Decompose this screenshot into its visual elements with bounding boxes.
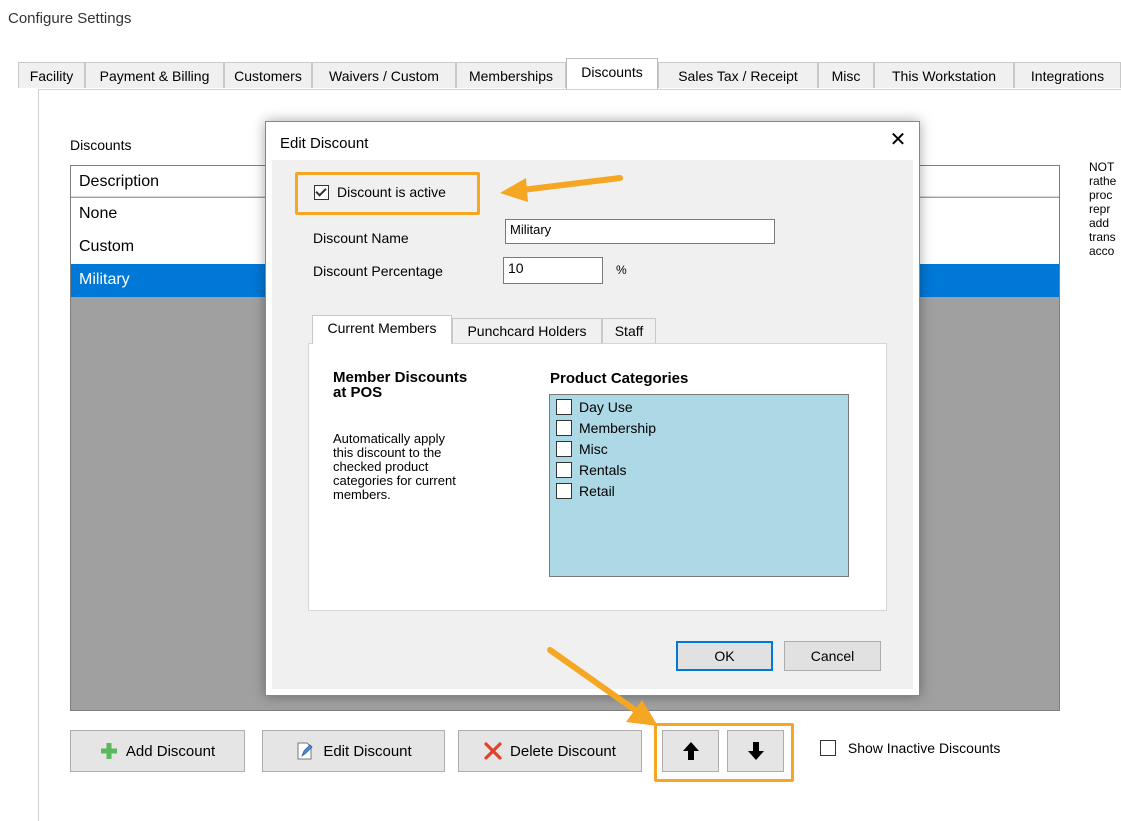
list-item[interactable]: Misc (556, 441, 608, 457)
ok-button[interactable]: OK (676, 641, 773, 671)
section-title-line: Member Discounts (333, 369, 468, 386)
delete-discount-label: Delete Discount (510, 742, 616, 760)
tab-this-workstation[interactable]: This Workstation (874, 62, 1014, 88)
discount-percentage-field[interactable]: 10 (503, 257, 603, 284)
category-label: Rentals (579, 462, 627, 478)
row-label: Military (79, 271, 130, 288)
delete-x-icon (484, 742, 502, 760)
highlight-box-active (295, 172, 480, 215)
category-label: Day Use (579, 399, 633, 415)
tab-punchcard-holders[interactable]: Punchcard Holders (452, 318, 602, 343)
discount-percentage-label: Discount Percentage (313, 263, 443, 279)
tab-current-members[interactable]: Current Members (312, 315, 452, 344)
note-line: proc (1089, 188, 1113, 202)
note-line: trans (1089, 230, 1116, 244)
section-title: Member Discounts at POS (333, 370, 467, 400)
category-checkbox[interactable] (556, 462, 572, 478)
tab-memberships[interactable]: Memberships (456, 62, 566, 88)
note-text: NOT rathe proc repr add trans acco (1089, 160, 1116, 258)
delete-discount-button[interactable]: Delete Discount (458, 730, 642, 772)
add-discount-label: Add Discount (125, 742, 216, 760)
category-checkbox[interactable] (556, 399, 572, 415)
edit-discount-button[interactable]: Edit Discount (262, 730, 445, 772)
section-description: Automatically apply this discount to the… (333, 432, 456, 502)
tab-customers[interactable]: Customers (224, 62, 312, 88)
inner-tabstrip: Current Members Punchcard Holders Staff (308, 315, 708, 344)
description-line: this discount to the (333, 445, 442, 460)
description-line: checked product (333, 459, 429, 474)
show-inactive-label: Show Inactive Discounts (847, 740, 1001, 757)
tab-facility[interactable]: Facility (18, 62, 85, 88)
note-line: rathe (1089, 174, 1117, 188)
list-item[interactable]: Rentals (556, 462, 626, 478)
discounts-label: Discounts (70, 137, 132, 153)
annotation-arrow-icon (500, 175, 623, 202)
category-checkbox[interactable] (556, 483, 572, 499)
note-line: NOT (1089, 160, 1115, 174)
tab-payment-billing[interactable]: Payment & Billing (85, 62, 224, 88)
discount-name-label: Discount Name (313, 230, 409, 246)
show-inactive-checkbox[interactable] (820, 740, 836, 757)
categories-title: Product Categories (550, 370, 689, 387)
category-label: Retail (579, 483, 615, 499)
percent-sign: % (616, 263, 627, 277)
category-checkbox[interactable] (556, 441, 572, 457)
close-icon[interactable]: ✕ (886, 128, 910, 152)
row-label: None (79, 205, 118, 222)
tab-staff[interactable]: Staff (602, 318, 656, 343)
note-line: repr (1089, 202, 1111, 216)
category-checkbox[interactable] (556, 420, 572, 436)
dialog-title: Edit Discount (280, 135, 369, 152)
list-item[interactable]: Day Use (556, 399, 633, 415)
section-title-line: at POS (333, 384, 383, 401)
list-item[interactable]: Membership (556, 420, 656, 436)
show-inactive-discounts[interactable]: Show Inactive Discounts (820, 739, 1001, 757)
tab-discounts[interactable]: Discounts (566, 58, 658, 89)
description-line: members. (333, 487, 391, 502)
current-members-panel: Member Discounts at POS Automatically ap… (308, 343, 887, 611)
category-label: Misc (579, 441, 608, 457)
note-line: acco (1089, 244, 1115, 258)
list-item[interactable]: Retail (556, 483, 615, 499)
tab-sales-tax-receipt[interactable]: Sales Tax / Receipt (658, 62, 818, 88)
annotation-arrow-icon (547, 647, 658, 726)
window-title: Configure Settings (8, 10, 132, 27)
discount-name-field[interactable]: Military (505, 219, 775, 244)
note-line: add (1089, 216, 1110, 230)
tab-waivers-custom[interactable]: Waivers / Custom (312, 62, 456, 88)
tab-integrations[interactable]: Integrations (1014, 62, 1121, 88)
add-discount-button[interactable]: Add Discount (70, 730, 245, 772)
description-line: Automatically apply (333, 431, 445, 446)
settings-tabstrip: Facility Payment & Billing Customers Wai… (0, 58, 1121, 90)
column-header-description[interactable]: Description (79, 173, 159, 191)
category-label: Membership (579, 420, 657, 436)
dialog-body: Discount is active Discount Name Militar… (272, 160, 913, 689)
product-categories-list[interactable]: Day Use Membership Misc Rentals Retail (549, 394, 849, 577)
description-line: categories for current (333, 473, 456, 488)
row-label: Custom (79, 238, 135, 255)
plus-icon (100, 743, 117, 759)
edit-discount-label: Edit Discount (323, 742, 412, 760)
edit-document-icon (297, 742, 313, 760)
tab-misc[interactable]: Misc (818, 62, 874, 88)
cancel-button[interactable]: Cancel (784, 641, 881, 671)
highlight-box-move-buttons (654, 723, 794, 782)
